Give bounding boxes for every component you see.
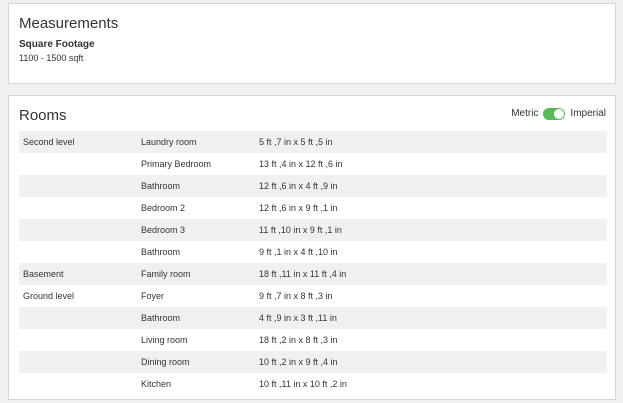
table-row: Bathroom 9 ft ,1 in x 4 ft ,10 in bbox=[19, 241, 607, 263]
room-name-cell: Bathroom bbox=[141, 313, 181, 323]
table-row: Ground level Foyer 9 ft ,7 in x 8 ft ,3 in bbox=[19, 285, 607, 307]
room-dimensions-cell: 9 ft ,1 in x 4 ft ,10 in bbox=[259, 247, 338, 257]
toggle-knob bbox=[554, 109, 565, 119]
table-row: Bedroom 3 11 ft ,10 in x 9 ft ,1 in bbox=[19, 219, 607, 241]
measurements-card: Measurements Square Footage 1100 - 1500 … bbox=[8, 3, 616, 84]
room-dimensions-cell: 4 ft ,9 in x 3 ft ,11 in bbox=[259, 313, 337, 323]
room-level-cell: Basement bbox=[23, 269, 64, 279]
room-dimensions-cell: 18 ft ,2 in x 8 ft ,3 in bbox=[259, 335, 338, 345]
rooms-title: Rooms bbox=[19, 107, 67, 124]
room-level-cell: Ground level bbox=[23, 291, 75, 301]
table-row: Living room 18 ft ,2 in x 8 ft ,3 in bbox=[19, 329, 607, 351]
measurements-title: Measurements bbox=[19, 15, 119, 32]
room-name-cell: Laundry room bbox=[141, 137, 197, 147]
unit-toggle: Metric Imperial bbox=[511, 107, 606, 121]
room-dimensions-cell: 10 ft ,2 in x 9 ft ,4 in bbox=[259, 357, 338, 367]
metric-label[interactable]: Metric bbox=[511, 107, 538, 121]
table-row: Bedroom 2 12 ft ,6 in x 9 ft ,1 in bbox=[19, 197, 607, 219]
room-name-cell: Kitchen bbox=[141, 379, 172, 389]
room-name-cell: Foyer bbox=[141, 291, 165, 301]
table-row: Second level Laundry room 5 ft ,7 in x 5 f… bbox=[19, 131, 607, 153]
square-footage-value: 1100 - 1500 sqft bbox=[19, 53, 84, 63]
room-level-cell: Second level bbox=[23, 137, 75, 147]
room-dimensions-cell: 12 ft ,6 in x 9 ft ,1 in bbox=[259, 203, 338, 213]
room-name-cell: Family room bbox=[141, 269, 191, 279]
room-name-cell: Bathroom bbox=[141, 247, 181, 257]
room-dimensions-cell: 10 ft ,11 in x 10 ft ,2 in bbox=[259, 379, 347, 389]
table-row: Bathroom 12 ft ,6 in x 4 ft ,9 in bbox=[19, 175, 607, 197]
table-row: Basement Family room 18 ft ,11 in x 11 ft … bbox=[19, 263, 607, 285]
room-name-cell: Primary Bedroom bbox=[141, 159, 212, 169]
room-name-cell: Dining room bbox=[141, 357, 190, 367]
table-row: Kitchen 10 ft ,11 in x 10 ft ,2 in bbox=[19, 373, 607, 395]
table-row: Dining room 10 ft ,2 in x 9 ft ,4 in bbox=[19, 351, 607, 373]
room-name-cell: Bedroom 3 bbox=[141, 225, 186, 235]
table-row: Bathroom 4 ft ,9 in x 3 ft ,11 in bbox=[19, 307, 607, 329]
room-dimensions-cell: 11 ft ,10 in x 9 ft ,1 in bbox=[259, 225, 342, 235]
room-dimensions-cell: 12 ft ,6 in x 4 ft ,9 in bbox=[259, 181, 338, 191]
room-dimensions-cell: 9 ft ,7 in x 8 ft ,3 in bbox=[259, 291, 333, 301]
square-footage-label: Square Footage bbox=[19, 39, 95, 50]
rooms-table: Second level Laundry room 5 ft ,7 in x 5 f… bbox=[19, 131, 607, 395]
room-dimensions-cell: 5 ft ,7 in x 5 ft ,5 in bbox=[259, 137, 333, 147]
room-name-cell: Living room bbox=[141, 335, 188, 345]
rooms-card: Rooms Metric Imperial Second level Laundr… bbox=[8, 95, 616, 400]
room-name-cell: Bedroom 2 bbox=[141, 203, 186, 213]
unit-toggle-switch[interactable] bbox=[543, 108, 566, 120]
table-row: Primary Bedroom 13 ft ,4 in x 12 ft ,6 in bbox=[19, 153, 607, 175]
room-dimensions-cell: 18 ft ,11 in x 11 ft ,4 in bbox=[259, 269, 347, 279]
imperial-label[interactable]: Imperial bbox=[570, 107, 606, 121]
room-dimensions-cell: 13 ft ,4 in x 12 ft ,6 in bbox=[259, 159, 343, 169]
room-name-cell: Bathroom bbox=[141, 181, 181, 191]
